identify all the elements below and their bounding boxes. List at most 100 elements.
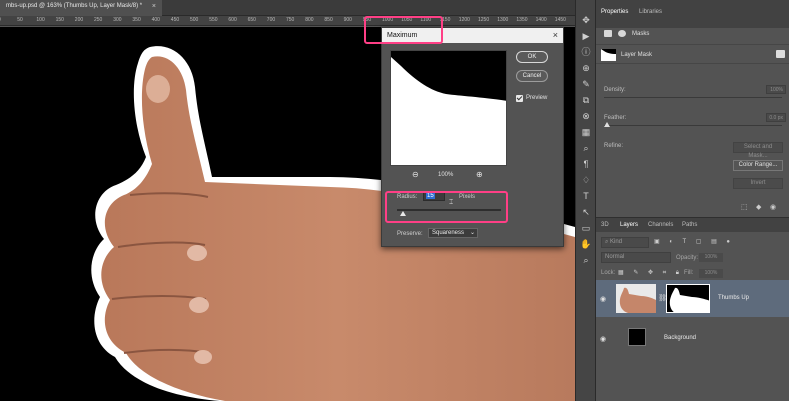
path-select-icon[interactable]: ↖ bbox=[580, 206, 592, 218]
select-and-mask-button[interactable]: Select and Mask... bbox=[733, 142, 783, 159]
radius-label: Radius: bbox=[397, 194, 418, 200]
zoom-level: 100% bbox=[438, 172, 454, 178]
blend-mode-select[interactable]: Normal bbox=[601, 252, 671, 263]
invert-button[interactable]: Invert bbox=[733, 178, 783, 189]
properties-panel: Properties Libraries Masks Layer Mask De… bbox=[596, 0, 789, 215]
document-tab[interactable]: mbs-up.psd @ 163% (Thumbs Up, Layer Mask… bbox=[0, 0, 162, 16]
pen-icon[interactable]: ♢ bbox=[580, 174, 592, 186]
ruler-tick-label: 500 bbox=[190, 17, 199, 23]
ok-button[interactable]: OK bbox=[516, 51, 548, 63]
dialog-title: Maximum bbox=[387, 32, 418, 39]
layer-mask-thumbnail-small[interactable] bbox=[666, 284, 710, 313]
feather-value[interactable]: 0.0 px bbox=[766, 113, 786, 122]
radius-input[interactable]: 15 bbox=[423, 192, 445, 201]
ruler-tick-label: 1250 bbox=[478, 17, 490, 23]
rect-select-icon[interactable]: ▶ bbox=[580, 30, 592, 42]
fill-value[interactable]: 100% bbox=[699, 269, 723, 278]
preview-checkbox[interactable] bbox=[516, 95, 523, 102]
lasso-icon[interactable]: ⓘ bbox=[580, 46, 592, 58]
ruler-tick-label: 0 bbox=[0, 17, 1, 23]
eyedropper-icon[interactable]: ✎ bbox=[580, 78, 592, 90]
fill-label: Fill: bbox=[684, 270, 694, 276]
layer-thumbnail bbox=[616, 284, 656, 313]
radius-slider-thumb[interactable] bbox=[400, 211, 406, 216]
ruler-tick-label: 1300 bbox=[497, 17, 509, 23]
ruler-tick-label: 150 bbox=[55, 17, 64, 23]
tab-channels[interactable]: Channels bbox=[648, 222, 673, 228]
feather-slider-thumb[interactable] bbox=[604, 122, 610, 127]
close-tab-icon[interactable]: × bbox=[152, 3, 156, 10]
close-icon[interactable]: × bbox=[553, 30, 558, 40]
shape-icon[interactable]: ▭ bbox=[580, 222, 592, 234]
density-value[interactable]: 100% bbox=[766, 85, 786, 94]
tool-strip: ✥ ▶ ⓘ ⊕ ✎ ⧉ ⊗ ▦ ⌕ ¶ ♢ T ↖ ▭ ✋ ⌕ bbox=[575, 0, 596, 401]
apply-mask-icon[interactable]: ◆ bbox=[756, 203, 761, 211]
type-icon[interactable]: T bbox=[580, 190, 592, 202]
ruler-tick-label: 650 bbox=[247, 17, 256, 23]
hand-icon[interactable]: ✋ bbox=[580, 238, 592, 250]
layer-row[interactable]: ◉ ⛓︎ Thumbs Up bbox=[596, 280, 789, 317]
layer-mask-thumbnail bbox=[601, 49, 616, 61]
gradient-icon[interactable]: ⌕ bbox=[580, 142, 592, 154]
dodge-icon[interactable]: ¶ bbox=[580, 158, 592, 170]
opacity-value[interactable]: 100% bbox=[699, 253, 723, 262]
layer-row[interactable]: ◉ Background bbox=[596, 320, 789, 356]
feather-slider[interactable] bbox=[604, 125, 782, 126]
lock-label: Lock: bbox=[601, 270, 616, 276]
layer-kind-filter[interactable]: ⌕ Kind bbox=[601, 237, 649, 248]
density-slider[interactable] bbox=[604, 97, 782, 98]
radius-slider[interactable] bbox=[397, 209, 501, 211]
layers-tabs: 3D Layers Channels Paths bbox=[596, 218, 789, 232]
ruler-tick-label: 1200 bbox=[458, 17, 470, 23]
ruler-tick-label: 600 bbox=[228, 17, 237, 23]
brush-icon[interactable]: ⧉ bbox=[580, 94, 592, 106]
maximum-dialog: Maximum × ⊖ 100% ⊕ OK Cancel Preview Rad… bbox=[381, 27, 564, 247]
tab-3d[interactable]: 3D bbox=[601, 222, 609, 228]
layer-filter-icons[interactable]: ▣ ◐ T ▢ ▤ ● bbox=[654, 238, 734, 245]
ruler-tick-label: 300 bbox=[113, 17, 122, 23]
layer-name: Background bbox=[664, 335, 697, 341]
eraser-icon[interactable]: ▦ bbox=[580, 126, 592, 138]
ruler-tick-label: 550 bbox=[209, 17, 218, 23]
cancel-button[interactable]: Cancel bbox=[516, 70, 548, 82]
tab-paths[interactable]: Paths bbox=[682, 222, 697, 228]
tab-layers[interactable]: Layers bbox=[620, 222, 638, 228]
tab-libraries[interactable]: Libraries bbox=[639, 9, 662, 15]
layer-mask-label: Layer Mask bbox=[621, 52, 653, 58]
document-tab-title: mbs-up.psd @ 163% (Thumbs Up, Layer Mask… bbox=[6, 3, 143, 9]
crop-icon[interactable]: ⊕ bbox=[580, 62, 592, 74]
zoom-in-icon[interactable]: ⊕ bbox=[476, 170, 483, 179]
layers-panel: 3D Layers Channels Paths ⌕ Kind ▣ ◐ T ▢ … bbox=[596, 217, 789, 401]
refine-label: Refine: bbox=[604, 143, 624, 149]
masks-label: Masks bbox=[632, 31, 650, 37]
pixel-mask-icon[interactable] bbox=[604, 30, 612, 37]
blend-mode-value: Normal bbox=[605, 254, 625, 260]
layer-mask-row[interactable]: Layer Mask bbox=[596, 44, 789, 64]
ruler-tick-label: 800 bbox=[305, 17, 314, 23]
ruler-tick-label: 350 bbox=[132, 17, 141, 23]
ruler-tick-label: 700 bbox=[266, 17, 276, 23]
preserve-select[interactable]: Squareness ⌄ bbox=[428, 228, 478, 238]
load-selection-icon[interactable]: ⬚ bbox=[741, 203, 748, 211]
add-mask-icon[interactable] bbox=[776, 50, 785, 58]
eye-icon[interactable]: ◉ bbox=[600, 295, 606, 303]
filter-preview[interactable] bbox=[390, 50, 507, 166]
visibility-icon[interactable]: ◉ bbox=[770, 203, 776, 211]
eye-icon[interactable]: ◉ bbox=[600, 335, 606, 343]
ruler-tick-label: 100 bbox=[36, 17, 45, 23]
ruler-tick-label: 900 bbox=[343, 17, 352, 23]
vector-mask-icon[interactable] bbox=[618, 30, 626, 37]
opacity-label: Opacity: bbox=[676, 255, 699, 261]
color-range-button[interactable]: Color Range... bbox=[733, 160, 783, 171]
tab-properties[interactable]: Properties bbox=[601, 9, 628, 15]
lock-icons[interactable]: ▦ ✎ ✥ ⌗ 🔒︎ bbox=[618, 269, 683, 277]
stamp-icon[interactable]: ⊗ bbox=[580, 110, 592, 122]
preserve-label: Preserve: bbox=[397, 231, 423, 237]
move-tool-icon[interactable]: ✥ bbox=[580, 14, 592, 26]
ruler-tick-label: 1000 bbox=[382, 17, 394, 23]
ruler-tick-label: 400 bbox=[151, 17, 160, 23]
zoom-out-icon[interactable]: ⊖ bbox=[412, 170, 419, 179]
dialog-titlebar[interactable]: Maximum × bbox=[382, 28, 563, 43]
zoom-icon[interactable]: ⌕ bbox=[580, 254, 592, 266]
ruler-tick-label: 250 bbox=[94, 17, 103, 23]
